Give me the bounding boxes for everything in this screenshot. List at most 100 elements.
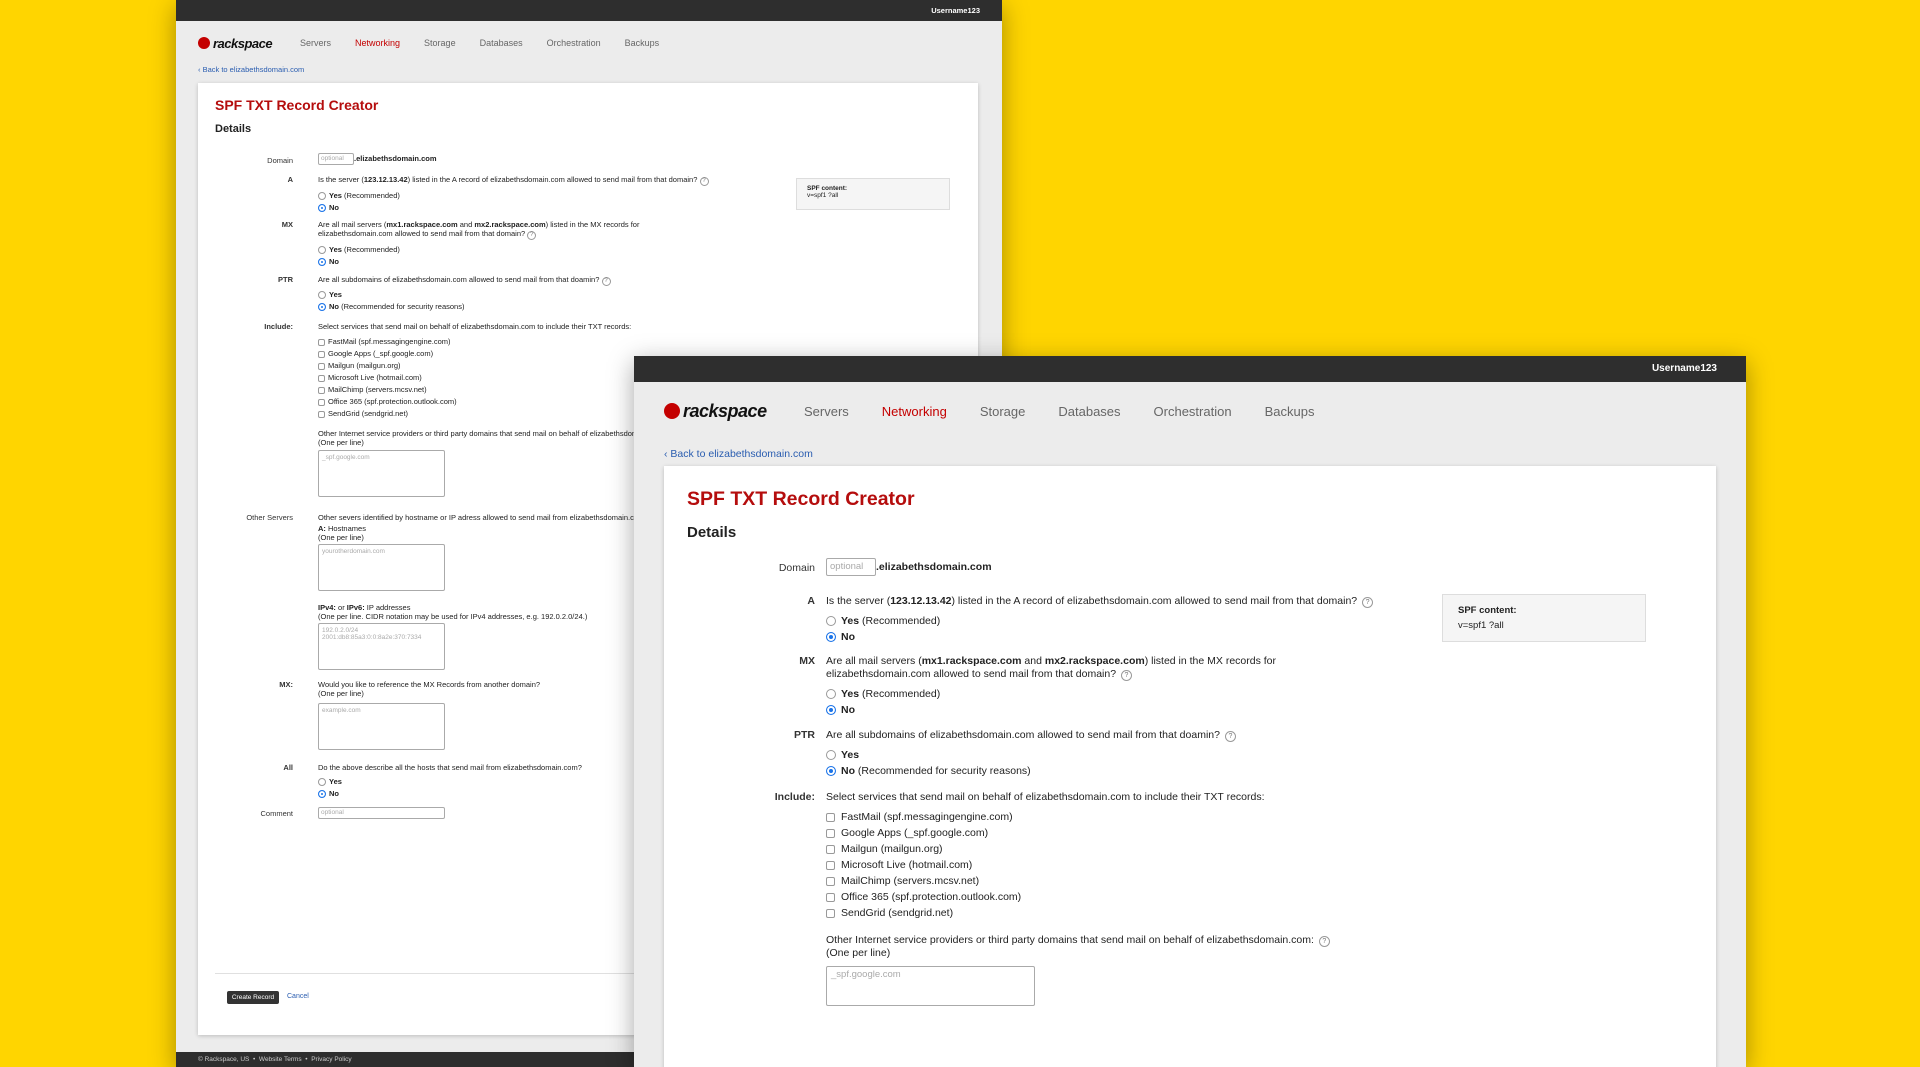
service-fastmail[interactable]: FastMail (spf.messagingengine.com)	[318, 337, 451, 346]
nav-backups[interactable]: Backups	[625, 38, 660, 48]
nav-servers[interactable]: Servers	[804, 404, 849, 419]
mx-no-option[interactable]: No	[318, 257, 339, 267]
nav-storage[interactable]: Storage	[980, 404, 1026, 419]
all-yes-option[interactable]: Yes	[318, 777, 342, 787]
nav-networking[interactable]: Networking	[882, 404, 947, 419]
checkbox-icon[interactable]	[826, 844, 835, 854]
domain-prefix-input[interactable]: optional	[826, 558, 876, 576]
nav-backups[interactable]: Backups	[1265, 404, 1315, 419]
all-label: All	[283, 763, 293, 772]
radio-icon[interactable]	[826, 616, 836, 627]
radio-icon[interactable]	[318, 291, 326, 300]
checkbox-icon[interactable]	[826, 876, 835, 886]
form-card: SPF TXT Record Creator Details SPF conte…	[664, 466, 1716, 1067]
username-menu[interactable]: Username123	[1652, 363, 1717, 374]
mx-yes-option[interactable]: Yes (Recommended)	[318, 245, 400, 255]
mx-no-option[interactable]: No	[826, 704, 855, 716]
rackspace-logo[interactable]: rackspace	[664, 401, 774, 422]
radio-icon[interactable]	[826, 689, 836, 700]
back-link[interactable]: ‹ Back to elizabethsdomain.com	[198, 65, 1002, 79]
back-link[interactable]: ‹ Back to elizabethsdomain.com	[664, 448, 1746, 464]
checkbox-icon[interactable]	[318, 362, 325, 370]
checkbox-icon[interactable]	[826, 892, 835, 902]
help-icon[interactable]: ?	[1318, 936, 1330, 947]
help-icon[interactable]: ?	[601, 277, 611, 286]
nav-storage[interactable]: Storage	[424, 38, 456, 48]
service-office365[interactable]: Office 365 (spf.protection.outlook.com)	[318, 397, 457, 406]
help-icon[interactable]: ?	[699, 177, 709, 186]
radio-icon[interactable]	[318, 778, 326, 787]
a-no-option[interactable]: No	[318, 203, 339, 213]
cancel-link[interactable]: Cancel	[287, 993, 309, 1000]
radio-icon[interactable]	[318, 192, 326, 201]
checkbox-icon[interactable]	[318, 410, 325, 418]
checkbox-icon[interactable]	[826, 828, 835, 838]
a-yes-option[interactable]: Yes (Recommended)	[826, 615, 940, 627]
service-sendgrid[interactable]: SendGrid (sendgrid.net)	[826, 907, 953, 919]
radio-selected-icon[interactable]	[826, 705, 836, 716]
service-mailchimp[interactable]: MailChimp (servers.mcsv.net)	[826, 875, 979, 887]
domain-prefix-input[interactable]: optional	[318, 153, 354, 165]
checkbox-icon[interactable]	[826, 908, 835, 918]
service-mailchimp[interactable]: MailChimp (servers.mcsv.net)	[318, 385, 427, 394]
service-microsoft-live[interactable]: Microsoft Live (hotmail.com)	[826, 859, 972, 871]
help-icon[interactable]: ?	[1224, 731, 1236, 742]
a-no-option[interactable]: No	[826, 631, 855, 643]
nav-networking[interactable]: Networking	[355, 38, 400, 48]
radio-selected-icon[interactable]	[826, 766, 836, 777]
radio-icon[interactable]	[826, 750, 836, 761]
nav-servers[interactable]: Servers	[300, 38, 331, 48]
nav-databases[interactable]: Databases	[480, 38, 523, 48]
all-no-option[interactable]: No	[318, 789, 339, 799]
nav-orchestration[interactable]: Orchestration	[1154, 404, 1232, 419]
ip-addresses-textarea[interactable]: 192.0.2.0/24 2001:db8:85a3:0:0:8a2e:370:7…	[318, 623, 445, 670]
page-title: SPF TXT Record Creator	[687, 488, 915, 510]
radio-selected-icon[interactable]	[318, 303, 326, 312]
mx-ref-question: Would you like to reference the MX Recor…	[318, 680, 541, 698]
ptr-no-option[interactable]: No (Recommended for security reasons)	[318, 302, 464, 312]
checkbox-icon[interactable]	[318, 398, 325, 406]
a-yes-option[interactable]: Yes (Recommended)	[318, 191, 400, 201]
hostnames-textarea[interactable]: yourotherdomain.com	[318, 544, 445, 591]
service-microsoft-live[interactable]: Microsoft Live (hotmail.com)	[318, 373, 422, 382]
service-mailgun[interactable]: Mailgun (mailgun.org)	[318, 361, 401, 370]
ptr-yes-option[interactable]: Yes	[318, 290, 342, 300]
checkbox-icon[interactable]	[318, 374, 325, 382]
ptr-yes-option[interactable]: Yes	[826, 749, 859, 761]
rackspace-logo[interactable]: rackspace	[198, 36, 278, 51]
service-sendgrid[interactable]: SendGrid (sendgrid.net)	[318, 409, 408, 418]
checkbox-icon[interactable]	[826, 812, 835, 822]
checkbox-icon[interactable]	[318, 350, 325, 358]
nav-databases[interactable]: Databases	[1058, 404, 1120, 419]
help-icon[interactable]: ?	[1362, 597, 1374, 608]
radio-selected-icon[interactable]	[318, 790, 326, 799]
service-google-apps[interactable]: Google Apps (_spf.google.com)	[318, 349, 433, 358]
help-icon[interactable]: ?	[1121, 670, 1132, 681]
mx-yes-option[interactable]: Yes (Recommended)	[826, 688, 940, 700]
other-providers-textarea[interactable]: _spf.google.com	[826, 966, 1035, 1006]
logo-text: rackspace	[213, 35, 273, 51]
radio-selected-icon[interactable]	[318, 204, 326, 213]
nav-orchestration[interactable]: Orchestration	[547, 38, 601, 48]
radio-selected-icon[interactable]	[318, 258, 326, 267]
username-menu[interactable]: Username123	[931, 6, 980, 15]
service-fastmail[interactable]: FastMail (spf.messagingengine.com)	[826, 811, 1013, 823]
comment-input[interactable]: optional	[318, 807, 445, 819]
service-google-apps[interactable]: Google Apps (_spf.google.com)	[826, 827, 988, 839]
create-record-button[interactable]: Create Record	[227, 991, 279, 1004]
other-providers-textarea[interactable]: _spf.google.com	[318, 450, 445, 497]
ptr-question: Are all subdomains of elizabethsdomain.c…	[318, 275, 611, 286]
checkbox-icon[interactable]	[826, 860, 835, 870]
service-mailgun[interactable]: Mailgun (mailgun.org)	[826, 843, 943, 855]
footer-terms-link[interactable]: Website Terms	[259, 1056, 302, 1063]
include-question: Select services that send mail on behalf…	[826, 791, 1265, 803]
radio-icon[interactable]	[318, 246, 326, 255]
footer-privacy-link[interactable]: Privacy Policy	[311, 1056, 351, 1063]
checkbox-icon[interactable]	[318, 386, 325, 394]
mx-ref-textarea[interactable]: example.com	[318, 703, 445, 750]
service-office365[interactable]: Office 365 (spf.protection.outlook.com)	[826, 891, 1021, 903]
checkbox-icon[interactable]	[318, 338, 325, 346]
ptr-no-option[interactable]: No (Recommended for security reasons)	[826, 765, 1031, 777]
radio-selected-icon[interactable]	[826, 632, 836, 643]
help-icon[interactable]: ?	[527, 231, 537, 240]
